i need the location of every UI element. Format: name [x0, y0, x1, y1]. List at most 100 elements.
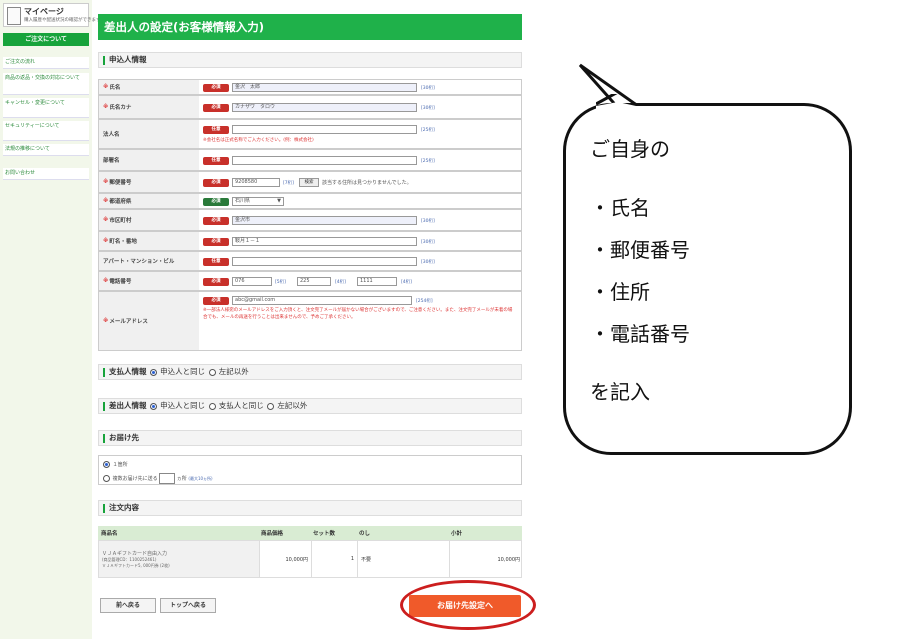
badge-required: 必須 — [203, 238, 229, 246]
back-button[interactable]: 前へ戻る — [100, 598, 156, 613]
prefecture-select[interactable]: 石川県 ▼ — [232, 197, 284, 206]
mypage-link[interactable]: マイページ 購入履歴や配送状況の確認ができます — [3, 3, 101, 27]
name-count: [30桁] — [421, 86, 435, 91]
badge-optional: 任意 — [203, 126, 229, 134]
badge-required: 必須 — [203, 198, 229, 206]
label-email: メールアドレス — [109, 319, 148, 325]
delivery-count-input[interactable] — [159, 473, 176, 484]
sidebar-item-flow[interactable]: ご注文の流れ — [3, 57, 89, 69]
badge-required: 必須 — [203, 104, 229, 112]
delivery-options: １箇所 複数お届け先に送る ヵ所 (最大10ヵ所) — [98, 455, 522, 485]
delivery-radio-multi[interactable] — [103, 475, 110, 482]
sidebar-item-security[interactable]: セキュリティーについて — [3, 121, 89, 141]
section-sender: 差出人情報 申込人と同じ 支払人と同じ 左記以外 — [98, 398, 522, 414]
order-table-header: 商品名 商品価格 セット数 のし 小計 — [98, 526, 522, 540]
phone-input-2[interactable]: 225 — [297, 277, 331, 286]
city-input[interactable]: 金沢市 — [232, 216, 417, 225]
company-input[interactable] — [232, 125, 417, 134]
sender-radio-other[interactable] — [267, 402, 275, 410]
label-building: アパート・マンション・ビル — [103, 259, 175, 265]
company-count: [25桁] — [421, 128, 435, 133]
sender-radio-applicant[interactable] — [150, 402, 158, 410]
phone-count-2: [4桁] — [335, 280, 346, 285]
label-department: 部署名 — [103, 158, 120, 164]
item-desc: ＶＪＡギフトカード5, 000円券 (2枚) — [102, 562, 170, 568]
kana-count: [30桁] — [421, 106, 435, 111]
callout-line1: ご自身の — [590, 137, 670, 161]
order-row: ＶＪＡギフトカード自由入力 (商品管理CD：1100252461) ＶＪＡギフト… — [98, 540, 522, 578]
section-payer: 支払人情報 申込人と同じ 左記以外 — [98, 364, 522, 380]
label-kana: 氏名カナ — [109, 105, 132, 111]
prefecture-value: 石川県 — [235, 198, 251, 204]
item-sets: 1 — [311, 541, 357, 577]
sidebar: マイページ 購入履歴や配送状況の確認ができます ご注文について ご注文の流れ 商… — [0, 0, 101, 639]
label-city: 市区町村 — [109, 218, 132, 224]
section-order: 注文内容 — [98, 500, 522, 516]
badge-required: 必須 — [203, 297, 229, 305]
top-button[interactable]: トップへ戻る — [160, 598, 216, 613]
email-count: [254桁] — [416, 299, 433, 304]
town-input[interactable]: 鞍月１－１ — [232, 237, 417, 246]
row-email: ※ メールアドレス 必須 abc@gmail.com [254桁] ※一部法人様宛… — [98, 291, 522, 351]
sidebar-item-contact[interactable]: お問い合わせ — [3, 168, 89, 180]
callout-item-address: ・住所 — [590, 280, 650, 304]
item-noshi: 不要 — [357, 541, 449, 577]
phone-count-3: [4桁] — [401, 280, 412, 285]
section-applicant-label: 申込人情報 — [109, 55, 147, 64]
callout-last: を記入 — [590, 380, 650, 404]
delivery-radio-single[interactable] — [103, 461, 110, 468]
email-input[interactable]: abc@gmail.com — [232, 296, 412, 305]
chevron-down-icon: ▼ — [277, 198, 281, 204]
sidebar-item-law[interactable]: 法規の推移について — [3, 144, 89, 156]
department-count: [25桁] — [421, 159, 435, 164]
row-postal: ※ 郵便番号 必須 9208580 [7桁] 検索 該当する住所は見つかりませんで… — [98, 171, 522, 193]
sidebar-item-returns[interactable]: 商品の返品・交換の対応について — [3, 73, 89, 95]
label-phone: 電話番号 — [109, 279, 132, 285]
item-subtotal: 10,000円 — [449, 541, 523, 577]
page-title: 差出人の設定(お客様情報入力) — [98, 14, 522, 40]
phone-input-1[interactable]: 076 — [232, 277, 272, 286]
row-phone: ※ 電話番号 必須 076 [5桁] 225 [4桁] 1111 [4桁] — [98, 271, 522, 291]
mypage-subtitle: 購入履歴や配送状況の確認ができます — [24, 18, 101, 23]
row-city: ※ 市区町村 必須 金沢市 [30桁] — [98, 209, 522, 231]
phone-count-1: [5桁] — [275, 280, 286, 285]
building-input[interactable] — [232, 257, 417, 266]
highlight-ring — [400, 580, 536, 630]
label-name: 氏名 — [109, 85, 121, 91]
postal-search-button[interactable]: 検索 — [299, 178, 319, 187]
row-company: 法人名 任意 [25桁] ※会社名は正式名称でご入力ください。(例：株式会社) — [98, 119, 522, 149]
callout-item-name: ・氏名 — [590, 196, 650, 220]
label-prefecture: 都道府県 — [109, 199, 132, 205]
item-price: 10,000円 — [259, 541, 311, 577]
building-count: [30桁] — [421, 260, 435, 265]
sidebar-item-cancel[interactable]: キャンセル・変更について — [3, 98, 89, 118]
town-count: [30桁] — [421, 240, 435, 245]
kana-input[interactable]: カナザワ タロウ — [232, 103, 417, 112]
document-icon — [7, 7, 21, 25]
badge-required: 必須 — [203, 278, 229, 286]
row-building: アパート・マンション・ビル 任意 [30桁] — [98, 251, 522, 271]
phone-input-3[interactable]: 1111 — [357, 277, 397, 286]
mypage-title: マイページ — [24, 7, 64, 16]
callout-tail-join — [596, 94, 636, 114]
city-count: [30桁] — [421, 219, 435, 224]
label-postal: 郵便番号 — [109, 180, 132, 186]
badge-required: 必須 — [203, 217, 229, 225]
payer-radio-other[interactable] — [208, 368, 216, 376]
name-input[interactable]: 金沢 太郎 — [232, 83, 417, 92]
company-note: ※会社名は正式名称でご入力ください。(例：株式会社) — [203, 138, 314, 143]
postal-count: [7桁] — [283, 181, 294, 186]
payer-radio-same[interactable] — [150, 368, 158, 376]
label-town: 町名・番地 — [109, 239, 137, 245]
row-department: 部署名 任意 [25桁] — [98, 149, 522, 171]
postal-input[interactable]: 9208580 — [232, 178, 280, 187]
department-input[interactable] — [232, 156, 417, 165]
sender-radio-payer[interactable] — [208, 402, 216, 410]
section-delivery: お届け先 — [98, 430, 522, 446]
label-company: 法人名 — [103, 132, 120, 138]
postal-result-note: 該当する住所は見つかりませんでした。 — [322, 180, 412, 186]
sidebar-header: ご注文について — [3, 33, 89, 46]
row-name: ※ 氏名 必須 金沢 太郎 [30桁] — [98, 79, 522, 95]
badge-optional: 任意 — [203, 157, 229, 165]
row-kana: ※ 氏名カナ 必須 カナザワ タロウ [30桁] — [98, 95, 522, 119]
